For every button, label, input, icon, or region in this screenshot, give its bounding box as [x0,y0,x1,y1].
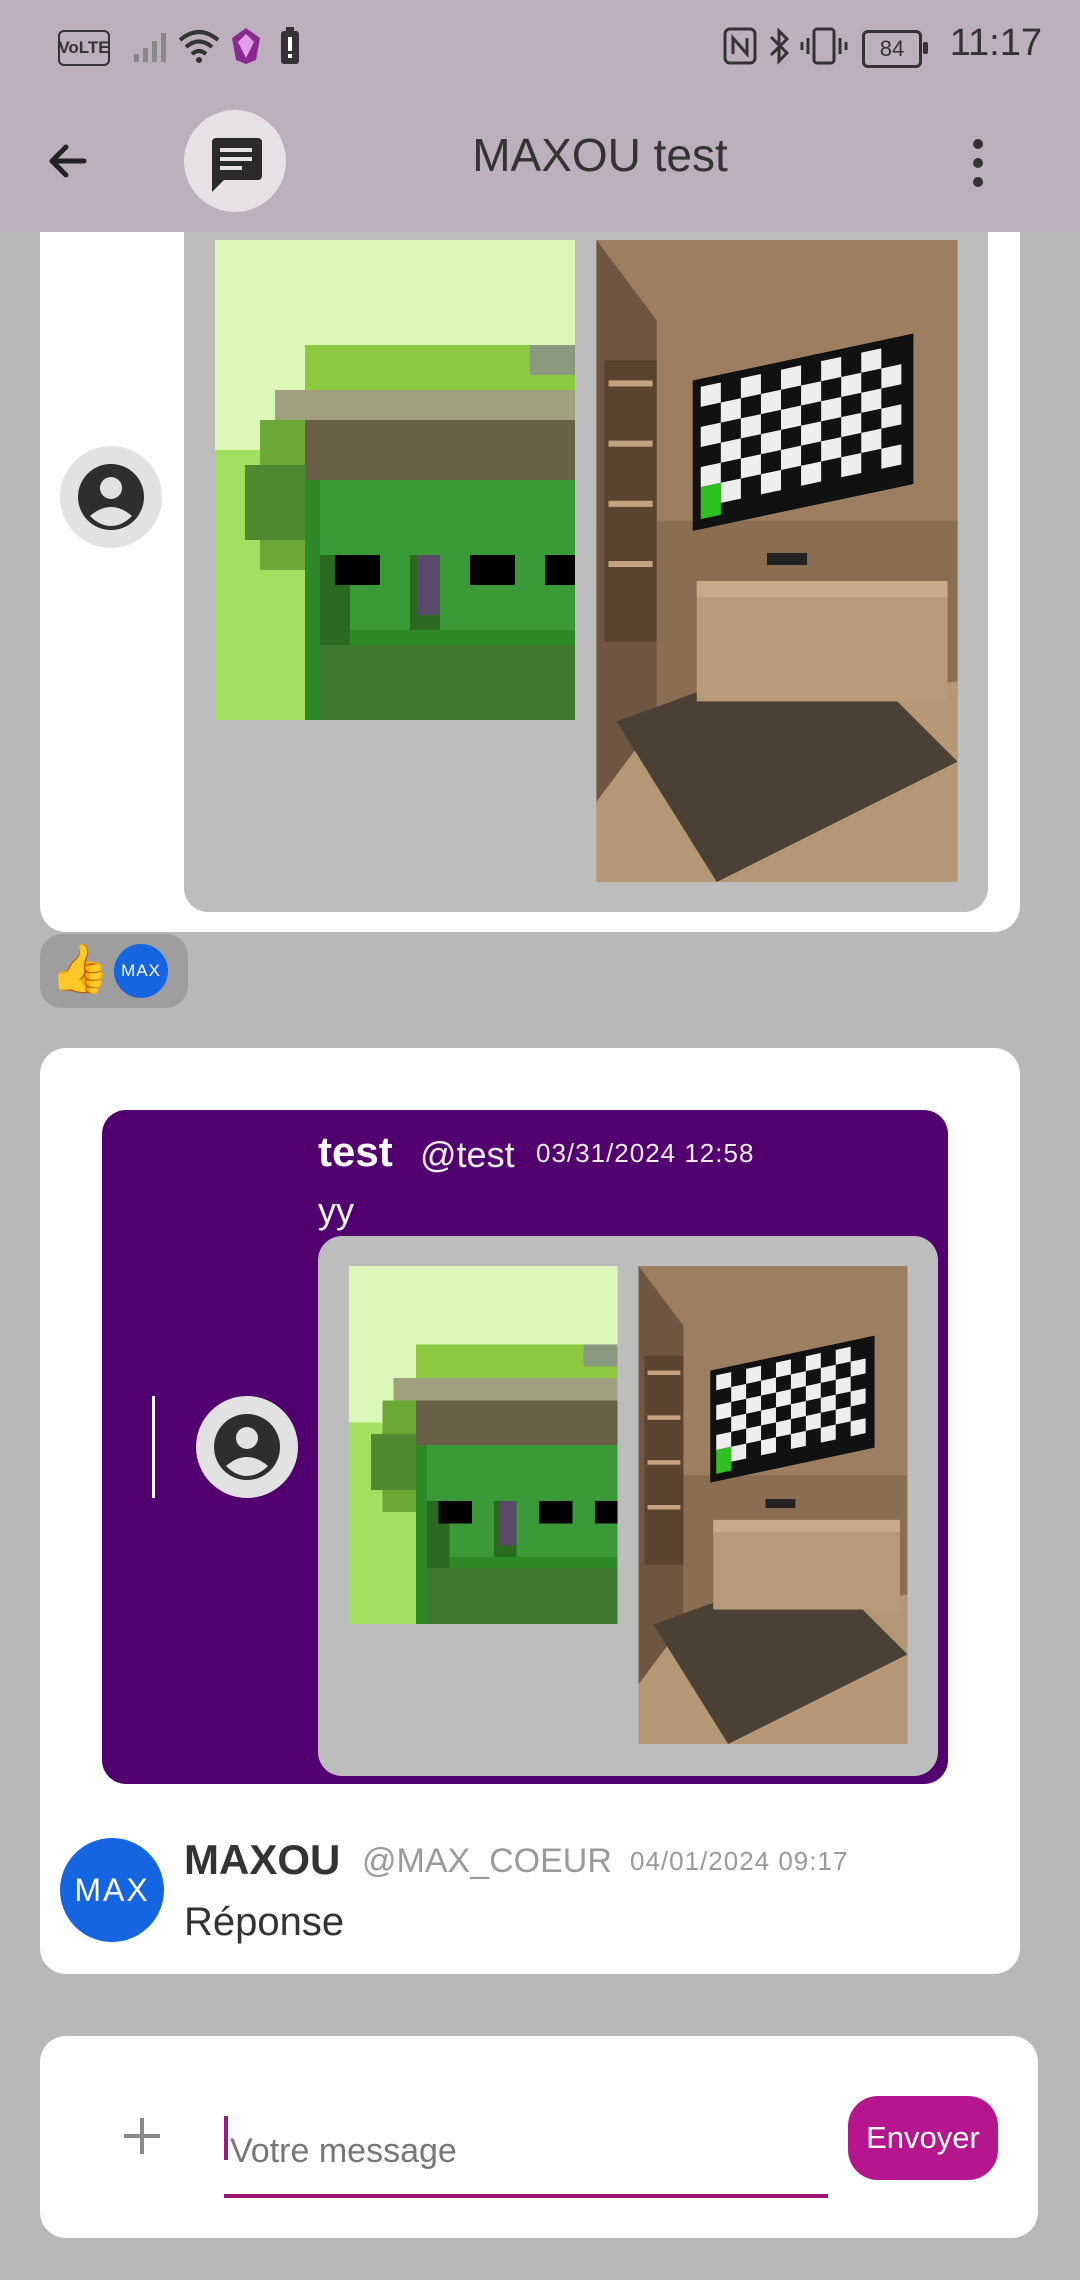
vibrate-icon [800,27,848,65]
message-timestamp: 04/01/2024 09:17 [630,1846,849,1876]
battery-level: 84 [862,30,928,68]
add-attachment-icon[interactable] [116,2110,168,2162]
quoted-timestamp: 03/31/2024 12:58 [536,1138,755,1168]
bluetooth-icon [769,27,790,65]
reaction-user-avatar: MAX [114,944,168,998]
battery-alert-icon [281,27,299,64]
chat-bubble-icon [212,138,262,192]
nfc-icon [723,27,757,65]
quoted-message-text: yy [318,1190,354,1231]
input-underline [224,2194,828,2198]
text-cursor [224,2116,228,2160]
quote-indicator [152,1396,155,1498]
app-notification-icon [232,28,260,64]
account-circle-icon [78,464,144,530]
author-name: MAXOU [184,1836,341,1883]
room-tv-image[interactable] [638,1266,908,1744]
quoted-author-name: test [318,1128,393,1175]
page-title: MAXOU test [472,129,728,181]
message-text: Réponse [184,1900,345,1944]
thumbs-up-icon: 👍 [50,943,110,996]
account-circle-icon [214,1414,280,1480]
pixel-art-image[interactable] [214,240,576,720]
user-avatar[interactable] [60,446,162,548]
signal-icon [134,33,166,62]
volte-indicator: VoLTE [58,30,110,66]
back-arrow-icon[interactable] [40,130,102,192]
pixel-art-image[interactable] [348,1266,618,1624]
wifi-icon [178,30,220,63]
message-input[interactable] [224,2106,832,2196]
author-handle: @MAX_COEUR [362,1842,612,1880]
send-button[interactable]: Envoyer [848,2096,998,2180]
status-time: 11:17 [949,22,1042,64]
author-avatar[interactable]: MAX [60,1838,164,1942]
quoted-user-avatar[interactable] [196,1396,298,1498]
conversation-avatar[interactable] [184,110,286,212]
room-tv-image[interactable] [596,240,958,882]
more-vert-icon[interactable] [952,132,1004,194]
quoted-author-handle: @test [420,1134,515,1175]
